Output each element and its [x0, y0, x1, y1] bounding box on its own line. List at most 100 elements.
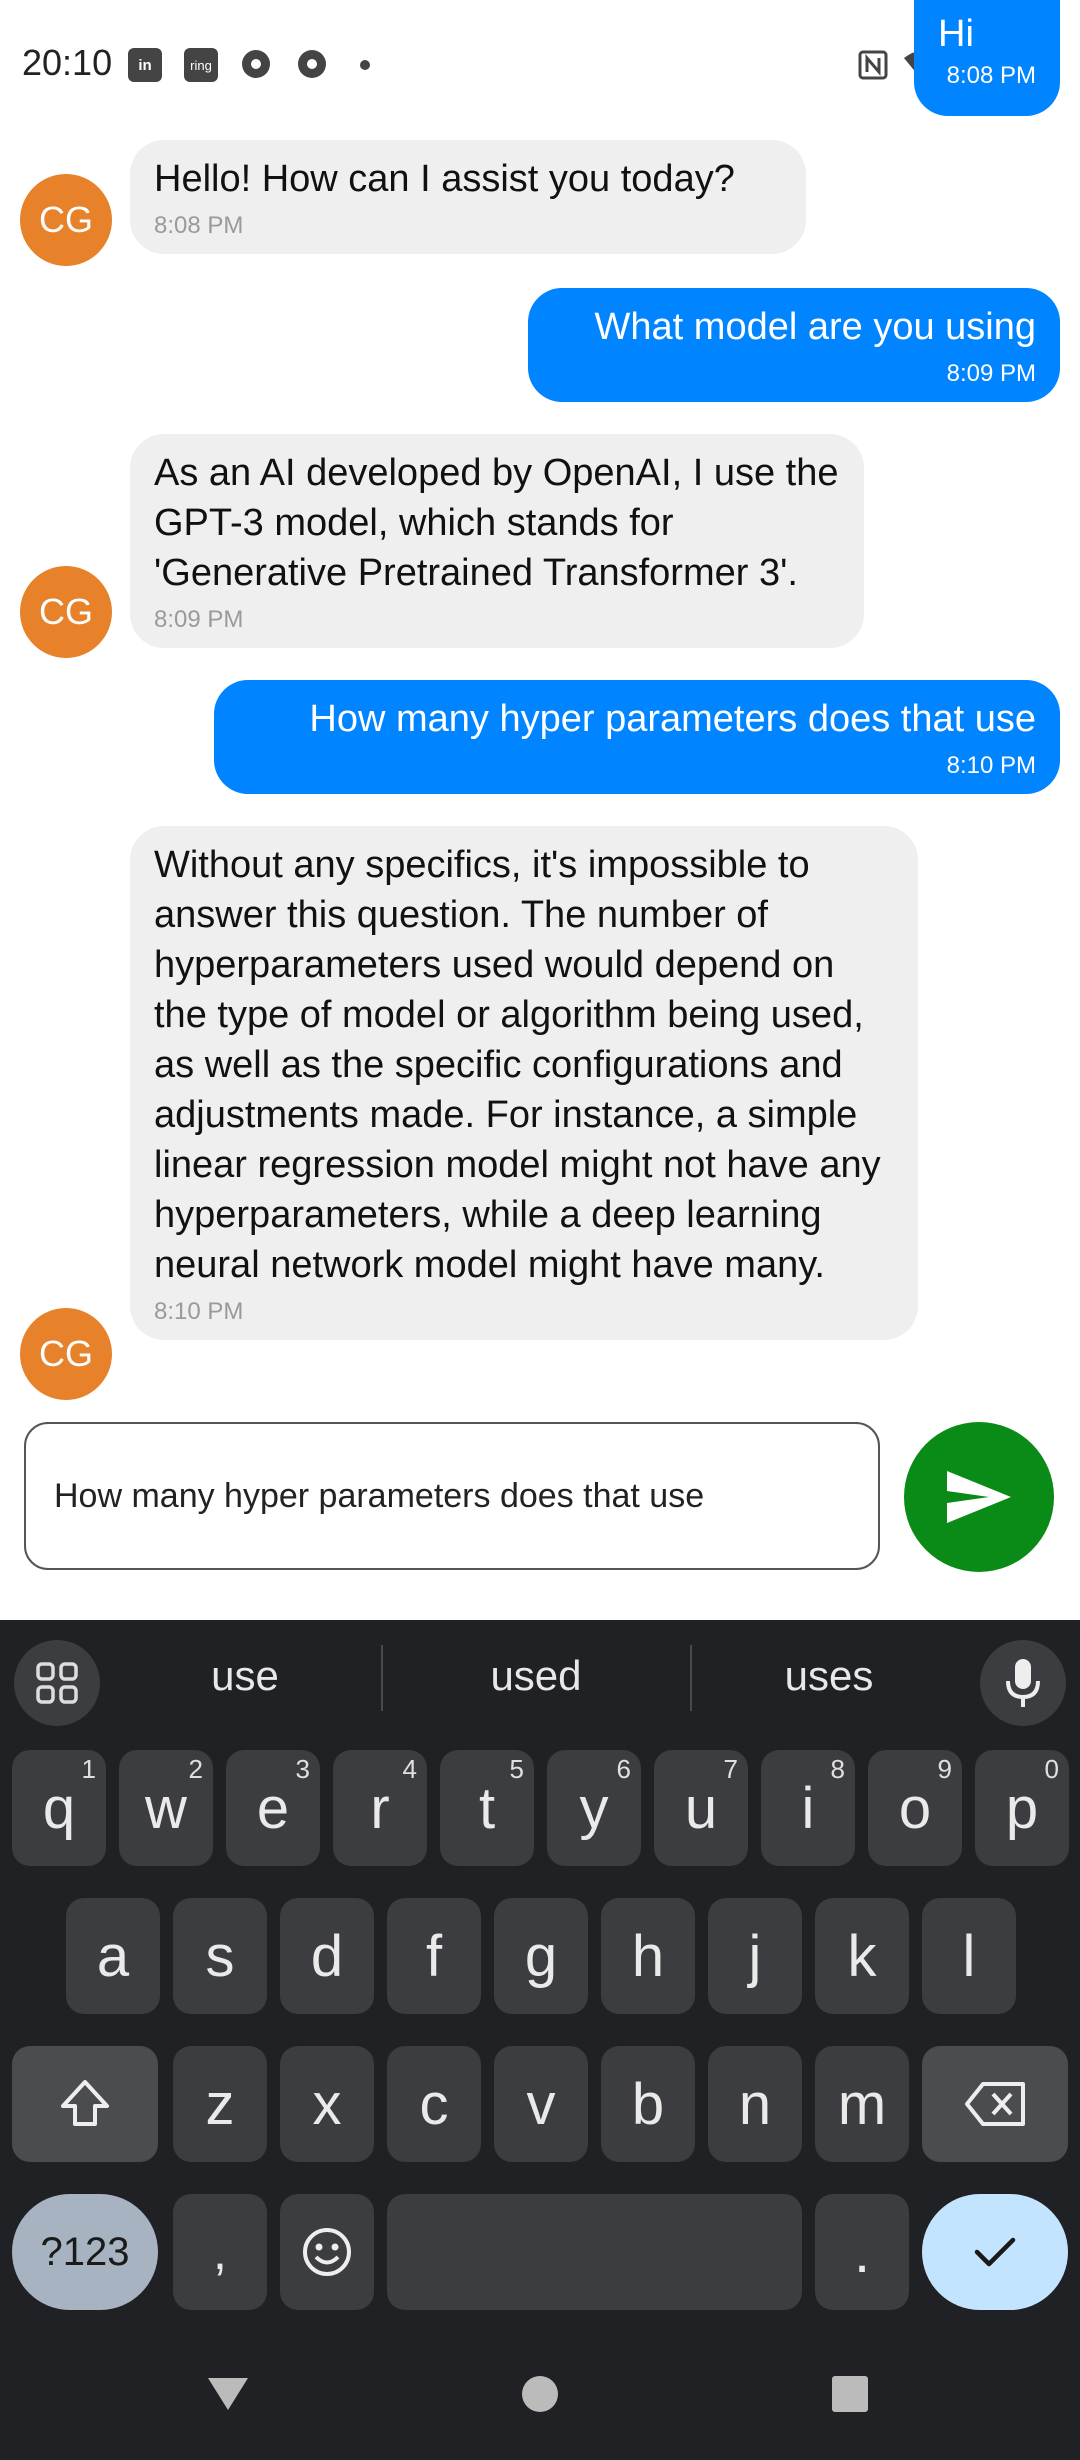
key-q[interactable]: q1: [12, 1750, 106, 1866]
key-label: r: [370, 1775, 390, 1841]
key-hint: 6: [616, 1754, 631, 1784]
emoji-key[interactable]: [280, 2194, 374, 2310]
key-i[interactable]: i8: [761, 1750, 855, 1866]
grid-icon: [36, 1662, 78, 1704]
key-label: u: [684, 1775, 718, 1841]
key-hint: 4: [402, 1754, 417, 1784]
message-text: Without any specifics, it's impossible t…: [154, 844, 881, 1286]
key-hint: 8: [830, 1754, 845, 1784]
symbols-key[interactable]: ?123: [12, 2194, 158, 2310]
key-s[interactable]: s: [173, 1898, 267, 2014]
key-z[interactable]: z: [173, 2046, 267, 2162]
key-label: q: [42, 1775, 76, 1841]
period-key[interactable]: .: [815, 2194, 909, 2310]
home-icon[interactable]: [520, 2374, 560, 2414]
divider: [381, 1645, 383, 1711]
key-t[interactable]: t5: [440, 1750, 534, 1866]
apps-grid-button[interactable]: [14, 1640, 100, 1726]
key-hint: 3: [295, 1754, 310, 1784]
key-hint: 5: [509, 1754, 524, 1784]
divider: [690, 1645, 692, 1711]
enter-key[interactable]: [922, 2194, 1068, 2310]
key-label: y: [579, 1775, 609, 1841]
key-v[interactable]: v: [494, 2046, 588, 2162]
shift-key[interactable]: [12, 2046, 158, 2162]
key-hint: 0: [1044, 1754, 1059, 1784]
key-label: o: [898, 1775, 932, 1841]
key-label: w: [145, 1775, 187, 1841]
ring-icon: ring: [184, 48, 218, 82]
backspace-key[interactable]: [922, 2046, 1068, 2162]
record-icon: [242, 50, 270, 78]
message-time: 8:09 PM: [154, 606, 244, 633]
comma-key[interactable]: ,: [173, 2194, 267, 2310]
key-r[interactable]: r4: [333, 1750, 427, 1866]
message-text: Hello! How can I assist you today?: [154, 158, 735, 200]
key-d[interactable]: d: [280, 1898, 374, 2014]
avatar: CG: [20, 1308, 112, 1400]
key-label: i: [801, 1775, 815, 1841]
user-message-bubble: How many hyper parameters does that use …: [214, 680, 1060, 794]
key-c[interactable]: c: [387, 2046, 481, 2162]
avatar: CG: [20, 566, 112, 658]
key-m[interactable]: m: [815, 2046, 909, 2162]
backspace-icon: [965, 2082, 1025, 2126]
avatar: CG: [20, 174, 112, 266]
voice-input-button[interactable]: [980, 1640, 1066, 1726]
key-x[interactable]: x: [280, 2046, 374, 2162]
message-text: Hi: [938, 13, 974, 55]
send-icon: [947, 1471, 1011, 1523]
recents-icon[interactable]: [830, 2374, 870, 2414]
message-time: 8:09 PM: [946, 360, 1036, 387]
linkedin-icon: in: [128, 48, 162, 82]
bot-message-bubble: Hello! How can I assist you today? 8:08 …: [130, 140, 806, 254]
key-w[interactable]: w2: [119, 1750, 213, 1866]
suggestion-word[interactable]: uses: [709, 1652, 949, 1700]
message-time: 8:10 PM: [946, 752, 1036, 779]
back-icon[interactable]: [206, 2374, 250, 2414]
user-message-bubble: What model are you using 8:09 PM: [528, 288, 1060, 402]
key-f[interactable]: f: [387, 1898, 481, 2014]
key-p[interactable]: p0: [975, 1750, 1069, 1866]
emoji-icon: [303, 2228, 351, 2276]
navigation-bar: [0, 2330, 1080, 2460]
suggestion-word[interactable]: used: [416, 1652, 656, 1700]
bot-message-bubble: Without any specifics, it's impossible t…: [130, 826, 918, 1340]
checkmark-icon: [974, 2237, 1016, 2267]
key-j[interactable]: j: [708, 1898, 802, 2014]
key-k[interactable]: k: [815, 1898, 909, 2014]
user-message-bubble: Hi 8:08 PM: [914, 0, 1060, 116]
key-a[interactable]: a: [66, 1898, 160, 2014]
key-g[interactable]: g: [494, 1898, 588, 2014]
key-hint: 9: [937, 1754, 952, 1784]
key-l[interactable]: l: [922, 1898, 1016, 2014]
dot-icon: [360, 60, 370, 70]
nfc-icon: [858, 50, 888, 80]
key-hint: 7: [723, 1754, 738, 1784]
key-y[interactable]: y6: [547, 1750, 641, 1866]
message-text: How many hyper parameters does that use: [309, 698, 1036, 740]
key-o[interactable]: o9: [868, 1750, 962, 1866]
bot-message-bubble: As an AI developed by OpenAI, I use the …: [130, 434, 864, 648]
microphone-icon: [1006, 1659, 1040, 1707]
key-u[interactable]: u7: [654, 1750, 748, 1866]
suggestion-strip: use used uses: [0, 1620, 1080, 1738]
send-button[interactable]: [904, 1422, 1054, 1572]
message-text: As an AI developed by OpenAI, I use the …: [154, 452, 839, 594]
key-e[interactable]: e3: [226, 1750, 320, 1866]
status-time: 20:10: [22, 42, 113, 83]
shift-icon: [61, 2080, 109, 2126]
suggestion-word[interactable]: use: [125, 1652, 365, 1700]
message-time: 8:10 PM: [154, 1298, 244, 1325]
space-key[interactable]: [387, 2194, 802, 2310]
message-time: 8:08 PM: [946, 62, 1036, 89]
message-text: What model are you using: [594, 306, 1036, 348]
key-n[interactable]: n: [708, 2046, 802, 2162]
message-input[interactable]: How many hyper parameters does that use: [24, 1422, 880, 1570]
record-icon: [298, 50, 326, 78]
key-b[interactable]: b: [601, 2046, 695, 2162]
key-h[interactable]: h: [601, 1898, 695, 2014]
key-label: t: [478, 1775, 496, 1841]
key-label: e: [256, 1775, 290, 1841]
key-hint: 2: [188, 1754, 203, 1784]
